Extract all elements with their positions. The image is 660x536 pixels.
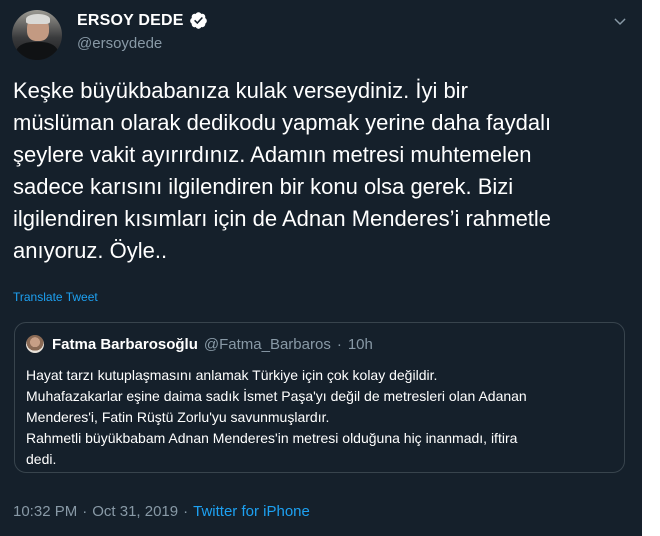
tweet-card: ERSOY DEDE @ersoydede Keşke büyükbabanız… bbox=[0, 0, 642, 536]
tweet-text: Keşke büyükbabanıza kulak verseydiniz. İ… bbox=[13, 75, 633, 267]
quoted-text-line: Menderes'i, Fatin Rüştü Zorlu'yu savunmu… bbox=[26, 409, 330, 425]
quoted-text-line: Rahmetli büyükbabam Adnan Menderes'in me… bbox=[26, 430, 518, 446]
tweet-time[interactable]: 10:32 PM bbox=[13, 503, 77, 520]
author-display-name[interactable]: ERSOY DEDE bbox=[77, 12, 184, 30]
tweet-text-line: müslüman olarak dedikodu yapmak yerine d… bbox=[13, 110, 552, 135]
quoted-text-line: Muhafazakarlar eşine daima sadık İsmet P… bbox=[26, 388, 527, 404]
tweet-source-link[interactable]: Twitter for iPhone bbox=[193, 503, 310, 520]
quoted-tweet-header: Fatma Barbarosoğlu @Fatma_Barbaros · 10h bbox=[52, 336, 373, 353]
quoted-separator: · bbox=[336, 336, 342, 353]
quoted-author-name: Fatma Barbarosoğlu bbox=[52, 336, 198, 353]
author-avatar[interactable] bbox=[12, 10, 62, 60]
author-handle[interactable]: @ersoydede bbox=[77, 35, 162, 52]
verified-badge-icon bbox=[189, 12, 207, 29]
translate-tweet-link[interactable]: Translate Tweet bbox=[13, 290, 98, 304]
quoted-tweet-text: Hayat tarzı kutuplaşmasını anlamak Türki… bbox=[26, 365, 616, 470]
footer-separator: · bbox=[183, 503, 189, 520]
tweet-footer: 10:32 PM · Oct 31, 2019 · Twitter for iP… bbox=[13, 503, 310, 520]
quoted-author-avatar bbox=[26, 335, 44, 353]
author-name-row: ERSOY DEDE bbox=[77, 11, 208, 30]
quoted-text-line: Hayat tarzı kutuplaşmasını anlamak Türki… bbox=[26, 367, 438, 383]
quoted-text-line: dedi. bbox=[26, 451, 57, 467]
tweet-text-line: şeylere vakit ayırırdınız. Adamın metres… bbox=[13, 142, 532, 167]
tweet-text-line: sadece karısını ilgilendiren bir konu ol… bbox=[13, 174, 514, 199]
tweet-text-line: ilgilendiren kısımları için de Adnan Men… bbox=[13, 206, 552, 231]
chevron-down-icon[interactable] bbox=[612, 14, 628, 30]
quoted-time: 10h bbox=[347, 336, 373, 353]
tweet-text-line: Keşke büyükbabanıza kulak verseydiniz. İ… bbox=[13, 78, 468, 103]
tweet-text-line: anıyoruz. Öyle.. bbox=[13, 238, 168, 263]
footer-separator: · bbox=[82, 503, 88, 520]
quoted-author-handle: @Fatma_Barbaros bbox=[203, 336, 331, 353]
quoted-tweet[interactable]: Fatma Barbarosoğlu @Fatma_Barbaros · 10h… bbox=[14, 322, 625, 473]
tweet-date[interactable]: Oct 31, 2019 bbox=[92, 503, 178, 520]
